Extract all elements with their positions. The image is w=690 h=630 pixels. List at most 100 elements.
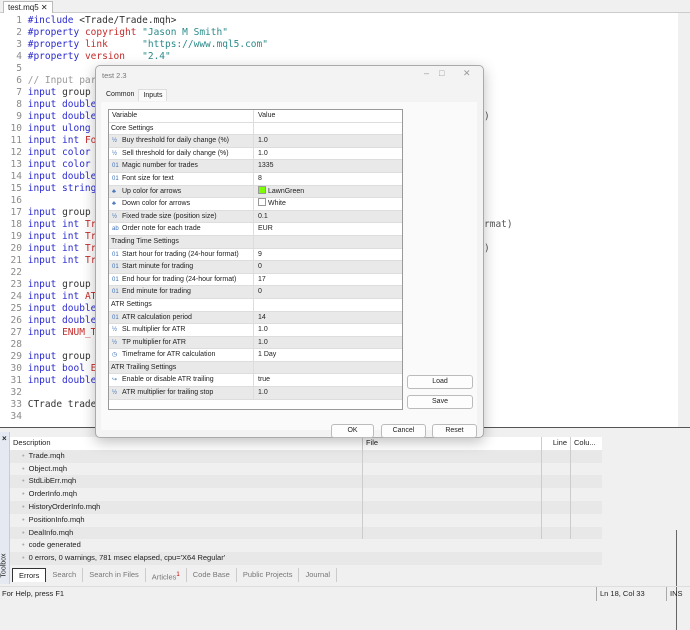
col-file[interactable]: File bbox=[363, 437, 542, 450]
tab-label: Code Base bbox=[192, 570, 230, 579]
load-button[interactable]: Load bbox=[407, 375, 473, 389]
file-tab[interactable]: test.mq5 ✕ bbox=[3, 1, 53, 13]
code-line: 27 input ENUM_TI bbox=[0, 327, 103, 339]
minimize-icon[interactable]: – bbox=[424, 68, 429, 78]
line-number: 12 bbox=[10, 147, 22, 158]
close-tab-icon[interactable]: ✕ bbox=[41, 3, 48, 12]
code-token: input bbox=[27, 279, 57, 290]
code-line: 11 input int For bbox=[0, 135, 103, 147]
value-cell[interactable]: 1.0 bbox=[254, 148, 402, 160]
tab-label: Search in Files bbox=[89, 570, 139, 579]
line-cell bbox=[542, 500, 571, 514]
code-line: 12 input color U bbox=[0, 147, 103, 159]
input-row[interactable]: 01 ATR calculation period 14 bbox=[109, 311, 402, 325]
input-row[interactable]: ½ TP multiplier for ATR 1.0 bbox=[109, 336, 402, 350]
value-text: 0 bbox=[258, 263, 262, 271]
col-line[interactable]: Line bbox=[542, 437, 571, 450]
value-cell[interactable]: true bbox=[254, 374, 402, 386]
variable-cell: ♣ Down color for arrows bbox=[109, 198, 254, 210]
line-number: 18 bbox=[10, 219, 22, 230]
input-row[interactable]: ½ Fixed trade size (position size) 0.1 bbox=[109, 210, 402, 224]
input-row[interactable]: 01 End hour for trading (24-hour format) 1… bbox=[109, 273, 402, 287]
save-button[interactable]: Save bbox=[407, 395, 473, 409]
integer-icon: 01 bbox=[112, 289, 119, 296]
input-row[interactable]: 01 End minute for trading 0 bbox=[109, 286, 402, 299]
input-row[interactable]: 01 Start minute for trading 0 bbox=[109, 261, 402, 274]
tab-common[interactable]: Common bbox=[102, 89, 138, 101]
value-cell[interactable]: 17 bbox=[254, 274, 402, 286]
code-token: CTrade trade; bbox=[27, 399, 103, 410]
column-cell bbox=[571, 450, 602, 463]
tab-search-in-files[interactable]: Search in Files bbox=[83, 568, 146, 582]
value-cell[interactable]: 1.0 bbox=[254, 387, 402, 399]
description-cell: • PositionInfo.mqh bbox=[10, 513, 363, 527]
table-row[interactable]: • DealInfo.mqh bbox=[10, 526, 602, 540]
table-row[interactable]: • PositionInfo.mqh bbox=[10, 513, 602, 527]
close-toolbox-icon[interactable]: × bbox=[2, 434, 7, 443]
code-line: 9 input double bbox=[0, 111, 96, 123]
value-cell[interactable]: 1.0 bbox=[254, 135, 402, 147]
group-row: ATR Settings bbox=[109, 298, 402, 312]
code-line: 34 bbox=[0, 411, 28, 423]
value-cell[interactable]: LawnGreen bbox=[254, 185, 402, 198]
tab-search[interactable]: Search bbox=[46, 568, 84, 582]
editor-scrollbar[interactable] bbox=[678, 13, 690, 427]
table-row[interactable]: • code generated bbox=[10, 539, 602, 552]
value-cell[interactable]: 1335 bbox=[254, 160, 402, 172]
properties-dialog: test 2.3 – □ ✕ Common Inputs Variable Va… bbox=[95, 65, 484, 438]
code-line: 32 bbox=[0, 387, 28, 399]
input-row[interactable]: 01 Font size for text 8 bbox=[109, 172, 402, 186]
table-row[interactable]: • Trade.mqh bbox=[10, 449, 602, 463]
col-column[interactable]: Colu... bbox=[571, 437, 602, 450]
value-cell[interactable]: EUR bbox=[254, 223, 402, 235]
code-token: input int bbox=[27, 219, 85, 230]
code-line: 25 input double bbox=[0, 303, 97, 315]
tab-errors[interactable]: Errors bbox=[12, 568, 47, 582]
value-cell[interactable]: 0 bbox=[254, 261, 402, 273]
close-icon[interactable]: ✕ bbox=[463, 68, 471, 79]
bullet-icon: • bbox=[22, 514, 25, 524]
tab-journal[interactable]: Journal bbox=[299, 568, 338, 582]
input-row[interactable]: ♣ Down color for arrows White bbox=[109, 198, 402, 211]
code-token: input bbox=[27, 327, 63, 338]
tab-code-base[interactable]: Code Base bbox=[187, 568, 237, 582]
value-cell[interactable]: 1 Day bbox=[254, 349, 402, 361]
value-cell[interactable]: 0.1 bbox=[254, 211, 402, 223]
input-row[interactable]: ♣ Up color for arrows LawnGreen bbox=[109, 185, 402, 199]
input-row[interactable]: ↪ Enable or disable ATR trailing true bbox=[109, 374, 402, 388]
value-cell[interactable]: 8 bbox=[254, 173, 402, 185]
tab-articles[interactable]: Articles1 bbox=[146, 568, 187, 582]
variable-cell: Trading Time Settings bbox=[109, 235, 254, 248]
input-row[interactable]: 01 Start hour for trading (24-hour format… bbox=[109, 248, 402, 262]
table-row[interactable]: • StdLibErr.mqh bbox=[10, 475, 602, 489]
table-row[interactable]: • Object.mqh bbox=[10, 462, 602, 476]
input-row[interactable]: ◷ Timeframe for ATR calculation 1 Day bbox=[109, 349, 402, 362]
cancel-button[interactable]: Cancel bbox=[381, 424, 426, 438]
value-cell[interactable]: 9 bbox=[254, 249, 402, 261]
line-number: 33 bbox=[10, 399, 22, 410]
tab-public-projects[interactable]: Public Projects bbox=[237, 568, 300, 582]
input-row[interactable]: 01 Magic number for trades 1335 bbox=[109, 160, 402, 173]
col-description[interactable]: Description bbox=[10, 437, 363, 450]
tab-inputs[interactable]: Inputs bbox=[138, 89, 168, 101]
value-cell[interactable]: 1.0 bbox=[254, 324, 402, 336]
toolbox-scrollbar[interactable] bbox=[676, 530, 677, 630]
maximize-icon[interactable]: □ bbox=[439, 68, 444, 78]
input-row[interactable]: ab Order note for each trade EUR bbox=[109, 223, 402, 236]
value-cell[interactable]: 0 bbox=[254, 286, 402, 298]
code-line: 26 input double bbox=[0, 315, 97, 327]
input-row[interactable]: ½ ATR multiplier for trailing stop 1.0 bbox=[109, 387, 402, 400]
line-number: 27 bbox=[10, 327, 22, 338]
input-row[interactable]: ½ SL multiplier for ATR 1.0 bbox=[109, 324, 402, 337]
table-row[interactable]: • 0 errors, 0 warnings, 781 msec elapsed,… bbox=[10, 552, 602, 565]
value-cell[interactable]: 1.0 bbox=[254, 337, 402, 349]
table-row[interactable]: • OrderInfo.mqh bbox=[10, 488, 602, 501]
input-row[interactable]: ½ Sell threshold for daily change (%) 1.0 bbox=[109, 147, 402, 161]
input-row[interactable]: ½ Buy threshold for daily change (%) 1.0 bbox=[109, 135, 402, 148]
variable-cell: 01 Magic number for trades bbox=[109, 160, 254, 172]
reset-button[interactable]: Reset bbox=[432, 424, 477, 438]
value-cell[interactable]: 14 bbox=[254, 312, 402, 324]
table-row[interactable]: • HistoryOrderInfo.mqh bbox=[10, 500, 602, 514]
value-cell[interactable]: White bbox=[254, 198, 402, 210]
ok-button[interactable]: OK bbox=[331, 424, 374, 438]
